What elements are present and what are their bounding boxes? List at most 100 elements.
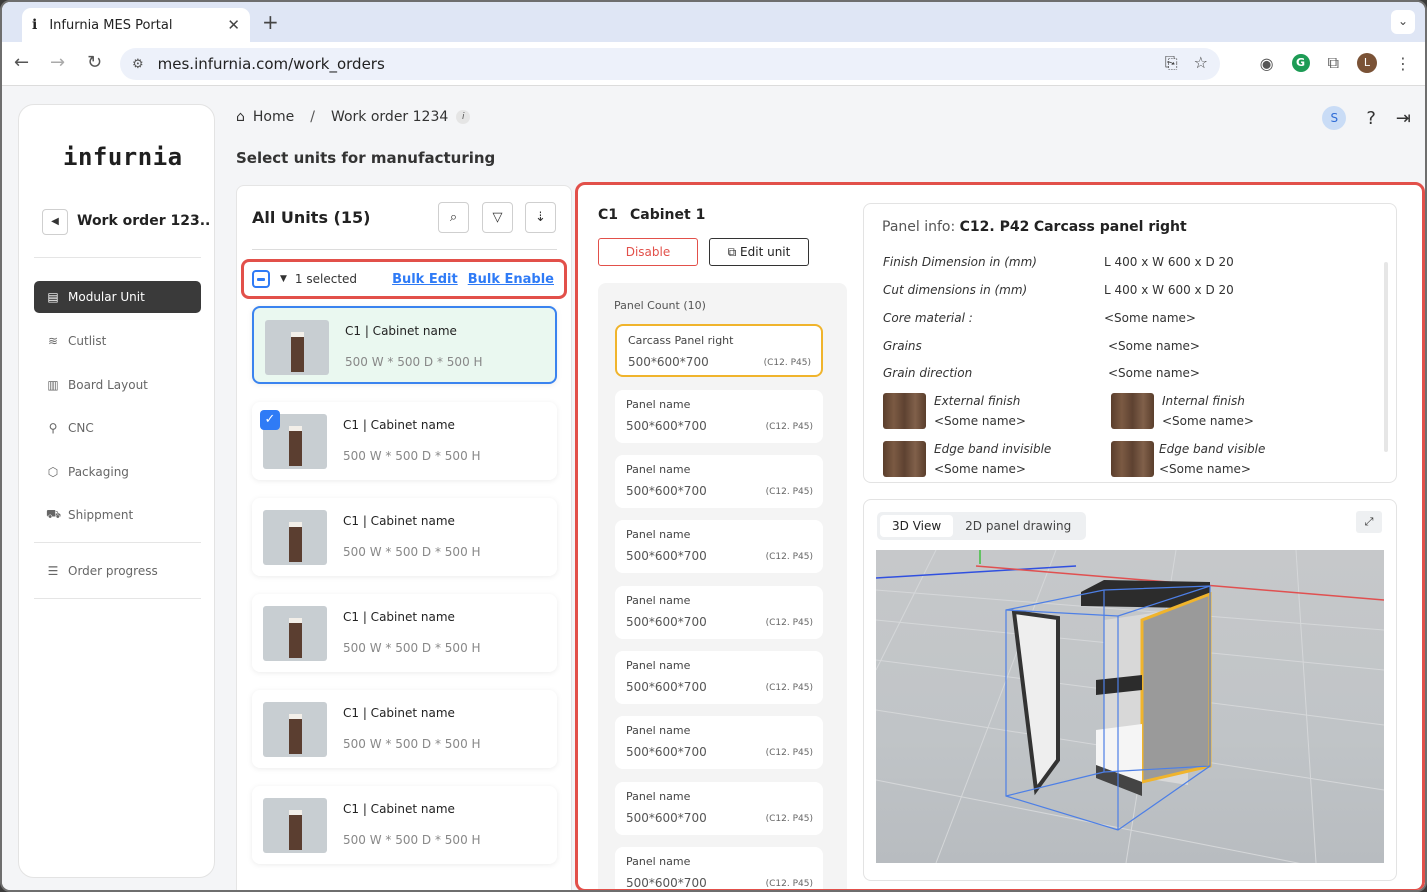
sidebar-item-shipment[interactable]: ⛟ Shippment [34, 499, 201, 531]
sidebar-item-label: Board Layout [68, 378, 148, 392]
unit-name: C1 | Cabinet name [345, 324, 457, 338]
grammarly-icon[interactable]: G [1291, 54, 1310, 72]
panel-card[interactable]: Panel name 500*600*700 (C12. P45) [615, 651, 823, 704]
panel-card[interactable]: Carcass Panel right 500*600*700 (C12. P4… [615, 324, 823, 377]
unit-name: C1 | Cabinet name [343, 802, 455, 816]
panel-dimensions: 500*600*700 [626, 549, 707, 563]
unit-dimensions: 500 W * 500 D * 500 H [343, 641, 481, 655]
home-icon[interactable]: ⌂ [236, 109, 245, 125]
unit-checkbox-checked[interactable]: ✓ [260, 410, 280, 430]
sidebar-item-cnc[interactable]: ⚲ CNC [34, 412, 201, 444]
browser-tab[interactable]: i Infurnia MES Portal ✕ [22, 8, 250, 42]
finish-label: Internal finish [1162, 394, 1245, 408]
finish-label: External finish [934, 394, 1021, 408]
cabinet-name: Cabinet 1 [630, 207, 706, 223]
unit-dimensions: 500 W * 500 D * 500 H [343, 449, 481, 463]
unit-card[interactable]: C1 | Cabinet name 500 W * 500 D * 500 H [252, 306, 557, 384]
tab-3d-view[interactable]: 3D View [880, 515, 954, 537]
finish-value: <Some name> [934, 462, 1026, 476]
camera-icon[interactable]: ◉ [1260, 54, 1274, 73]
info-label: Finish Dimension in (mm) [883, 255, 1037, 269]
units-divider [252, 249, 557, 250]
edit-unit-button[interactable]: ⧉ Edit unit [709, 238, 809, 266]
info-icon[interactable]: i [456, 110, 471, 124]
filter-icon: ▽ [492, 210, 503, 225]
back-triangle-icon[interactable]: ◀ [42, 209, 68, 235]
panel-card[interactable]: Panel name 500*600*700 (C12. P45) [615, 520, 823, 573]
breadcrumb-home[interactable]: Home [253, 109, 294, 125]
site-settings-icon[interactable]: ⚙ [132, 57, 144, 72]
more-menu-icon[interactable]: ⋮ [1395, 54, 1411, 73]
cutlist-icon: ≋ [47, 334, 59, 348]
panel-name: Panel name [626, 528, 691, 541]
panel-card[interactable]: Panel name 500*600*700 (C12. P45) [615, 782, 823, 835]
unit-card[interactable]: C1 | Cabinet name 500 W * 500 D * 500 H [252, 498, 557, 576]
external-finish-swatch [883, 393, 926, 429]
back-arrow-icon[interactable]: ← [14, 52, 29, 73]
profile-avatar[interactable]: L [1357, 53, 1377, 73]
panel-code: (C12. P45) [765, 748, 813, 758]
panel-card[interactable]: Panel name 500*600*700 (C12. P45) [615, 716, 823, 769]
sidebar-item-modular-unit[interactable]: ▤ Modular Unit [34, 281, 201, 313]
forward-arrow-icon[interactable]: → [50, 52, 65, 73]
packaging-icon: ⬡ [47, 465, 59, 479]
sidebar-item-order-progress[interactable]: ☰ Order progress [34, 555, 201, 587]
search-button[interactable]: ⌕ [438, 202, 469, 233]
internal-finish-swatch [1111, 393, 1154, 429]
bulk-enable-link[interactable]: Bulk Enable [468, 272, 554, 287]
bulk-edit-link[interactable]: Bulk Edit [392, 272, 458, 287]
info-value: L 400 x W 600 x D 20 [1104, 255, 1234, 269]
install-app-icon[interactable]: ⎘ [1165, 53, 1178, 73]
panel-card[interactable]: Panel name 500*600*700 (C12. P45) [615, 455, 823, 508]
logout-icon[interactable]: ⇥ [1396, 108, 1411, 129]
unit-dimensions: 500 W * 500 D * 500 H [343, 833, 481, 847]
panel-name: Panel name [626, 659, 691, 672]
panel-card[interactable]: Panel name 500*600*700 (C12. P45) [615, 847, 823, 889]
unit-card[interactable]: C1 | Cabinet name 500 W * 500 D * 500 H [252, 594, 557, 672]
unit-card[interactable]: ✓ C1 | Cabinet name 500 W * 500 D * 500 … [252, 402, 557, 480]
sidebar: infurnia ◀ Work order 123.. ▤ Modular Un… [18, 104, 215, 878]
info-scrollbar[interactable] [1384, 262, 1388, 452]
caret-down-icon[interactable]: ▼ [280, 274, 287, 284]
cabinet-thumbnail [263, 510, 327, 565]
panel-code: (C12. P45) [765, 552, 813, 562]
help-icon[interactable]: ? [1366, 108, 1376, 129]
info-label: Cut dimensions in (mm) [883, 283, 1028, 297]
panel-dimensions: 500*600*700 [626, 419, 707, 433]
address-bar[interactable]: ⚙ mes.infurnia.com/work_orders ⎘ ☆ [120, 48, 1220, 80]
info-value: <Some name> [1108, 366, 1200, 380]
sidebar-item-cutlist[interactable]: ≋ Cutlist [34, 325, 201, 357]
panel-card[interactable]: Panel name 500*600*700 (C12. P45) [615, 586, 823, 639]
panel-info-title: Panel info: C12. P42 Carcass panel right [882, 219, 1187, 235]
user-avatar[interactable]: S [1322, 106, 1347, 130]
app-content: infurnia ◀ Work order 123.. ▤ Modular Un… [2, 87, 1425, 890]
edge-band-visible-swatch [1111, 441, 1154, 477]
panel-code: (C12. P45) [765, 879, 813, 889]
panel-name: Panel name [626, 463, 691, 476]
unit-detail-panel: C1 Cabinet 1 Disable ⧉ Edit unit Panel Co… [575, 182, 1425, 890]
select-all-checkbox[interactable] [252, 270, 270, 288]
sort-button[interactable]: ⇣ [525, 202, 556, 233]
disable-button[interactable]: Disable [598, 238, 698, 266]
reload-icon[interactable]: ↻ [87, 52, 102, 73]
panel-card[interactable]: Panel name 500*600*700 (C12. P45) [615, 390, 823, 443]
fullscreen-icon[interactable]: ⤢ [1356, 511, 1382, 533]
finish-value: <Some name> [1159, 462, 1251, 476]
panel-dimensions: 500*600*700 [626, 680, 707, 694]
3d-viewport[interactable] [875, 549, 1385, 880]
unit-card[interactable]: C1 | Cabinet name 500 W * 500 D * 500 H [252, 786, 557, 864]
favicon-icon: i [32, 17, 38, 33]
bookmark-star-icon[interactable]: ☆ [1194, 53, 1208, 73]
cabinet-door [1011, 609, 1060, 796]
unit-card[interactable]: C1 | Cabinet name 500 W * 500 D * 500 H [252, 690, 557, 768]
extensions-puzzle-icon[interactable]: ⧉ [1328, 53, 1339, 73]
filter-button[interactable]: ▽ [482, 202, 513, 233]
sidebar-item-board-layout[interactable]: ▥ Board Layout [34, 369, 201, 401]
tab-2d-panel-drawing[interactable]: 2D panel drawing [953, 515, 1083, 537]
close-tab-icon[interactable]: ✕ [227, 16, 240, 34]
new-tab-icon[interactable]: + [262, 10, 279, 34]
tab-search-chevron-icon[interactable]: ⌄ [1391, 10, 1415, 34]
panel-count: Panel Count (10) [614, 299, 706, 312]
sidebar-item-packaging[interactable]: ⬡ Packaging [34, 456, 201, 488]
sidebar-divider [34, 542, 201, 543]
